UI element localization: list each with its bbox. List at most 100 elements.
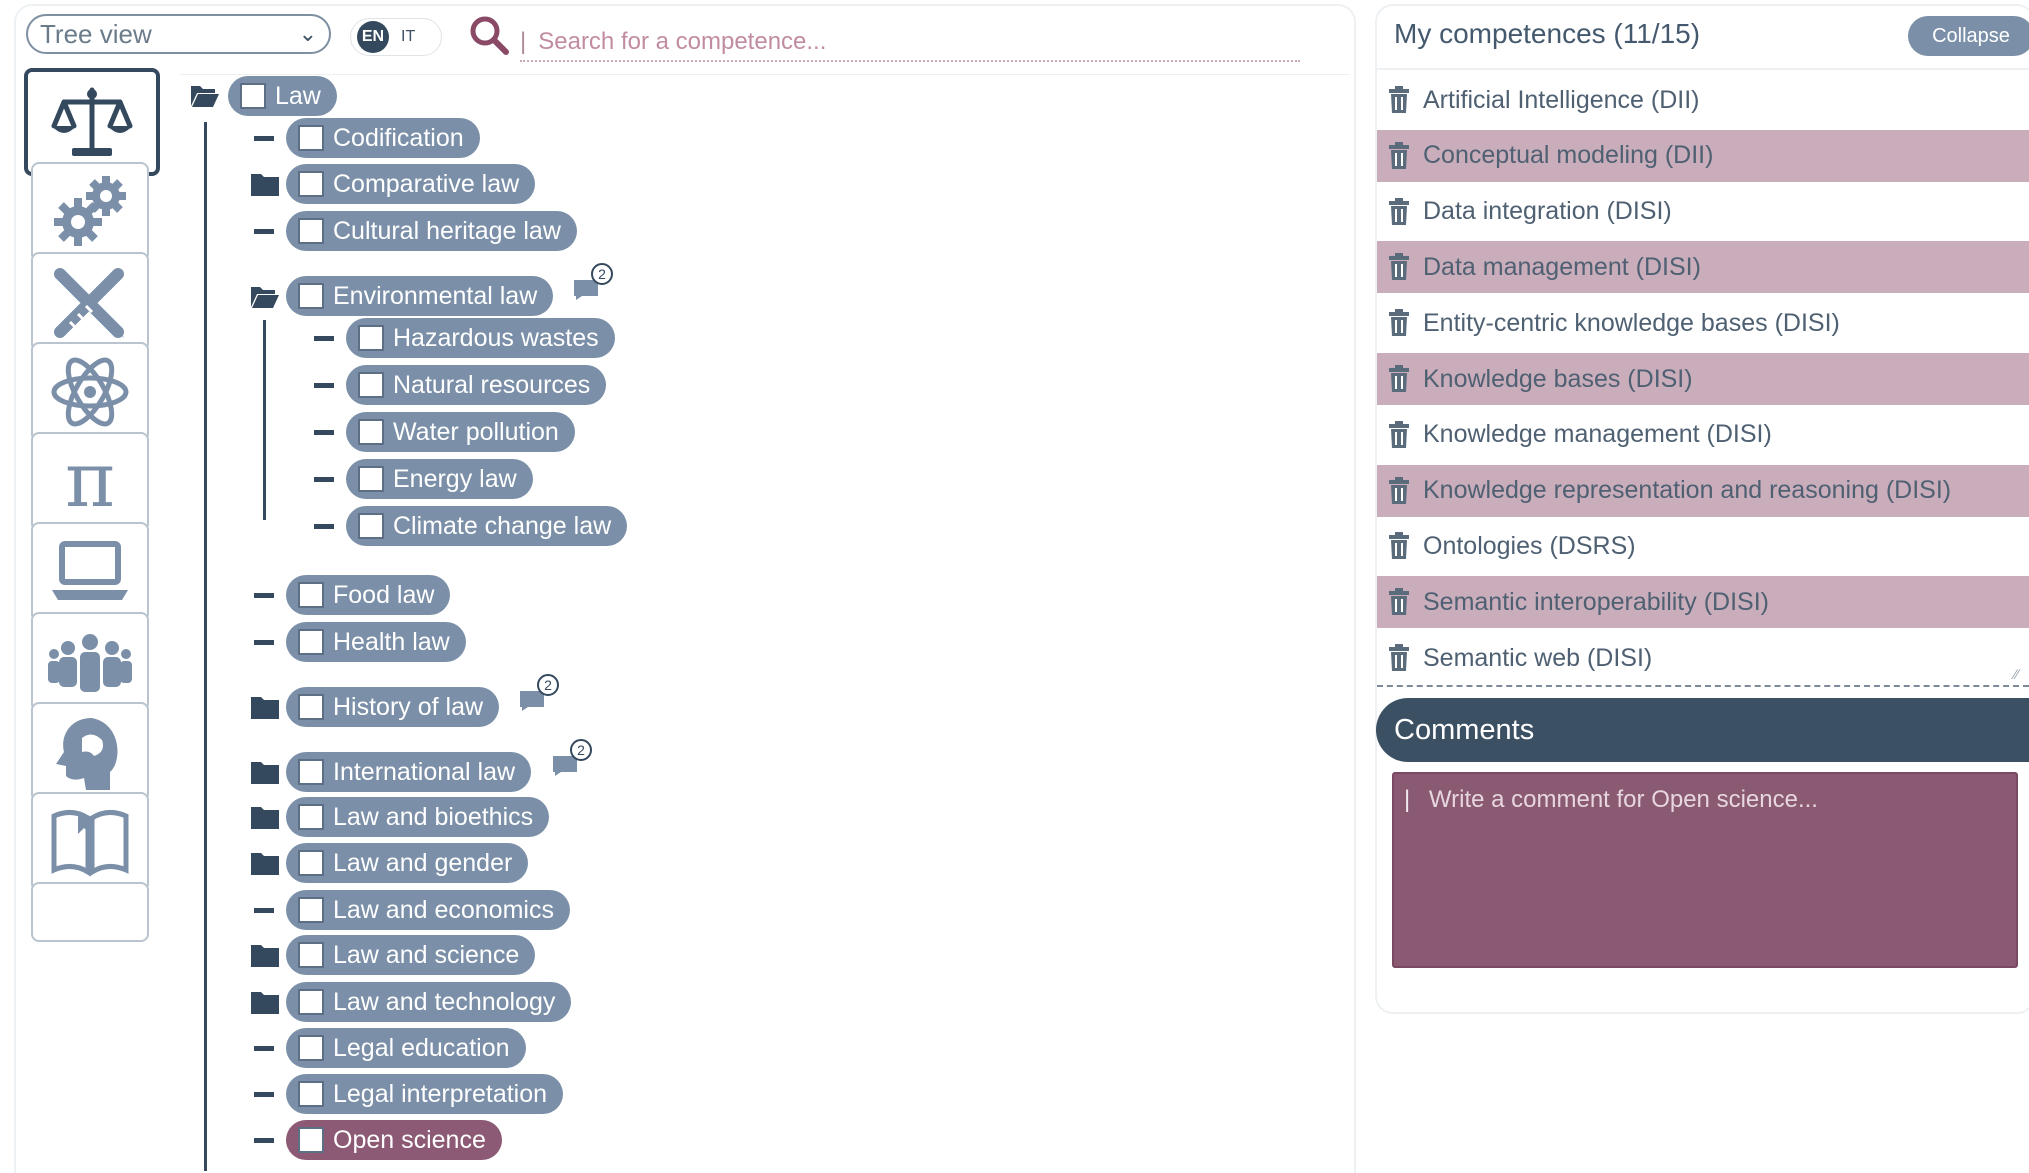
tree-item[interactable]: Legal education: [286, 1028, 526, 1068]
competence-row: Data integration (DISI): [1377, 186, 2029, 238]
pi-icon: π: [65, 440, 115, 524]
search-input[interactable]: | Search for a competence...: [520, 24, 1300, 62]
checkbox[interactable]: [298, 989, 324, 1015]
trash-icon[interactable]: [1387, 141, 1411, 170]
leaf-dash-icon: [254, 229, 274, 234]
checkbox[interactable]: [298, 942, 324, 968]
category-tile[interactable]: [31, 882, 149, 942]
category-tile[interactable]: [31, 162, 149, 262]
checkbox[interactable]: [298, 629, 324, 655]
comment-count-icon[interactable]: 2: [572, 262, 616, 302]
tree-item-label: Food law: [333, 580, 435, 609]
tree-item[interactable]: Law and technology: [286, 982, 572, 1022]
tree-item-label: Natural resources: [393, 370, 591, 399]
resize-handle-icon[interactable]: ∕∕: [2014, 666, 2019, 682]
folder-icon[interactable]: [250, 989, 280, 1015]
lang-en-button[interactable]: EN: [357, 21, 389, 53]
checkbox[interactable]: [358, 419, 384, 445]
tree-item[interactable]: Food law: [286, 575, 451, 615]
checkbox[interactable]: [298, 125, 324, 151]
tree-item[interactable]: International law: [286, 752, 532, 792]
tree-item[interactable]: Legal interpretation: [286, 1074, 564, 1114]
leaf-dash-icon: [314, 477, 334, 482]
trash-icon[interactable]: [1387, 86, 1411, 114]
view-select[interactable]: Tree view ⌄: [26, 14, 331, 54]
checkbox[interactable]: [298, 283, 324, 309]
tree-item[interactable]: Water pollution: [346, 412, 575, 452]
trash-icon[interactable]: [1387, 197, 1411, 226]
folder-icon[interactable]: [250, 850, 280, 876]
checkbox[interactable]: [358, 513, 384, 539]
category-tile[interactable]: [31, 252, 149, 352]
checkbox[interactable]: [298, 1127, 324, 1153]
tree-item[interactable]: Climate change law: [346, 506, 628, 546]
tree-item[interactable]: Law and gender: [286, 843, 529, 883]
tree-item[interactable]: Open science: [286, 1120, 502, 1160]
folder-icon[interactable]: [250, 942, 280, 968]
tree-item[interactable]: Law and bioethics: [286, 797, 550, 837]
category-tile[interactable]: [31, 342, 149, 442]
tree-item[interactable]: Natural resources: [346, 365, 607, 405]
checkbox[interactable]: [298, 1081, 324, 1107]
tree-item[interactable]: Hazardous wastes: [346, 318, 615, 358]
folder-icon[interactable]: [250, 694, 280, 720]
category-tile[interactable]: [24, 68, 160, 176]
category-tile[interactable]: [31, 702, 149, 802]
trash-icon[interactable]: [1387, 644, 1411, 672]
trash-icon[interactable]: [1387, 532, 1411, 560]
comment-count-icon[interactable]: 2: [518, 673, 562, 713]
competence-row: Entity-centric knowledge bases (DISI): [1377, 297, 2029, 349]
folder-icon[interactable]: [250, 171, 280, 197]
trash-icon[interactable]: [1387, 588, 1411, 616]
tree-item[interactable]: Codification: [286, 118, 480, 158]
tree-root[interactable]: Law: [228, 76, 337, 116]
trash-icon[interactable]: [1387, 420, 1411, 449]
tree-item[interactable]: Law and science: [286, 935, 536, 975]
checkbox[interactable]: [298, 218, 324, 244]
my-competences-title: My competences (11/15): [1394, 18, 1701, 49]
competence-label: Semantic interoperability (DISI): [1423, 587, 1769, 616]
checkbox[interactable]: [240, 83, 266, 109]
trash-icon[interactable]: [1387, 476, 1411, 505]
competence-row: Knowledge representation and reasoning (…: [1377, 464, 2029, 517]
folder-icon[interactable]: [250, 804, 280, 830]
category-tile[interactable]: [31, 612, 149, 712]
collapse-button[interactable]: Collapse: [1908, 16, 2029, 56]
folder-icon[interactable]: [250, 759, 280, 785]
trash-icon[interactable]: [1387, 253, 1411, 281]
category-tile[interactable]: [31, 792, 149, 892]
tree-item[interactable]: Comparative law: [286, 164, 536, 204]
tree-item[interactable]: Energy law: [346, 459, 533, 499]
comment-count-icon[interactable]: 2: [551, 738, 595, 778]
tree-item[interactable]: Cultural heritage law: [286, 211, 577, 251]
tree-item[interactable]: Law and economics: [286, 890, 570, 930]
folder-open-icon[interactable]: [190, 82, 220, 108]
trash-icon[interactable]: [1387, 309, 1411, 337]
checkbox[interactable]: [358, 325, 384, 351]
checkbox[interactable]: [358, 372, 384, 398]
checkbox[interactable]: [298, 897, 324, 923]
checkbox[interactable]: [358, 466, 384, 492]
tree-item[interactable]: History of law: [286, 687, 500, 727]
checkbox[interactable]: [298, 804, 324, 830]
category-tile[interactable]: π: [31, 432, 149, 532]
comment-count: 2: [598, 266, 606, 282]
category-tile[interactable]: [31, 522, 149, 622]
tree-item[interactable]: Health law: [286, 622, 466, 662]
checkbox[interactable]: [298, 171, 324, 197]
competence-label: Conceptual modeling (DII): [1423, 141, 1714, 170]
tree-item[interactable]: Environmental law: [286, 276, 554, 316]
comment-textarea[interactable]: | Write a comment for Open science...: [1392, 772, 2018, 968]
checkbox[interactable]: [298, 850, 324, 876]
trash-icon[interactable]: [1387, 365, 1411, 393]
checkbox[interactable]: [298, 694, 324, 720]
lang-it-button[interactable]: IT: [401, 28, 415, 46]
competence-row: Artificial Intelligence (DII): [1377, 74, 2029, 126]
checkbox[interactable]: [298, 582, 324, 608]
language-switch[interactable]: EN IT: [350, 18, 442, 56]
search-icon[interactable]: [468, 14, 510, 56]
checkbox[interactable]: [298, 1035, 324, 1061]
folder-open-icon[interactable]: [250, 283, 280, 309]
checkbox[interactable]: [298, 759, 324, 785]
leaf-dash-icon: [254, 1138, 274, 1143]
